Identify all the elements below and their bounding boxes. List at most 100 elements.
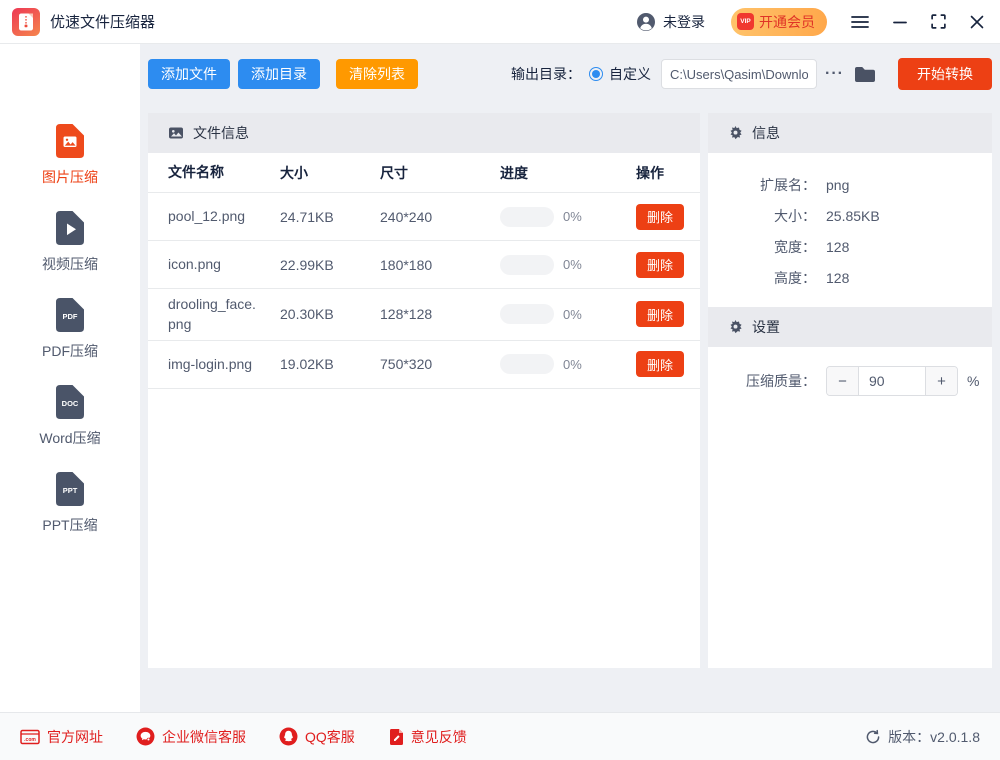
col-size: 大小 [260, 163, 360, 183]
content-area: 添加文件 添加目录 清除列表 输出目录： 自定义 ··· 开始转换 [140, 44, 1000, 712]
file-size: 24.71KB [260, 209, 360, 225]
clear-list-button[interactable]: 清除列表 [336, 59, 418, 89]
login-button[interactable]: 未登录 [636, 12, 705, 32]
progress-value: 0% [563, 209, 582, 224]
info-value: 128 [826, 270, 849, 286]
feedback-link[interactable]: 意见反馈 [388, 727, 467, 747]
file-info-title: 文件信息 [193, 123, 249, 143]
file-dims: 750*320 [360, 356, 480, 372]
info-label: 扩展名： [708, 175, 816, 195]
output-path-input[interactable] [661, 59, 817, 89]
official-website-link[interactable]: .com 官方网址 [20, 727, 103, 747]
file-name: pool_12.png [168, 201, 260, 231]
doc-file-icon: DOC [54, 384, 86, 420]
titlebar: 优速文件压缩器 未登录 VIP 开通会员 [0, 0, 1000, 44]
vip-button-label: 开通会员 [759, 12, 815, 32]
minimize-icon[interactable] [893, 15, 907, 29]
version-area: 版本：v2.0.1.8 [865, 727, 980, 747]
table-row: pool_12.png 24.71KB 240*240 0% 删除 [148, 193, 700, 241]
info-list: 扩展名： png 大小： 25.85KB 宽度： 128 高度： [708, 153, 992, 307]
info-title: 信息 [752, 123, 780, 143]
sidebar-item-pdf-compress[interactable]: PDF PDF压缩 [42, 297, 98, 361]
side-panel: 信息 扩展名： png 大小： 25.85KB 宽度： [708, 113, 992, 668]
output-dir-label: 输出目录： [511, 64, 581, 84]
sidebar-item-label: PPT压缩 [42, 515, 97, 535]
info-label: 高度： [708, 268, 816, 288]
main-area: 图片压缩 视频压缩 PDF PDF压缩 [0, 44, 1000, 712]
custom-radio[interactable] [589, 67, 603, 81]
file-dims: 180*180 [360, 257, 480, 273]
progress-bar [500, 207, 554, 227]
login-status: 未登录 [663, 12, 705, 32]
update-refresh-icon[interactable] [865, 729, 881, 745]
progress-bar [500, 304, 554, 324]
progress-value: 0% [563, 307, 582, 322]
file-name: drooling_face.png [168, 289, 260, 340]
feedback-icon [388, 728, 404, 746]
vip-icon: VIP [737, 13, 754, 30]
sidebar-item-ppt-compress[interactable]: PPT PPT压缩 [42, 471, 97, 535]
file-info-panel: 文件信息 文件名称 大小 尺寸 进度 操作 pool_12.png 24.71K… [148, 113, 700, 668]
footer-link-label: 官方网址 [47, 727, 103, 747]
delete-button[interactable]: 删除 [636, 351, 684, 377]
percent-label: % [967, 373, 979, 389]
maximize-icon[interactable] [931, 14, 946, 29]
info-value: png [826, 177, 849, 193]
start-convert-button[interactable]: 开始转换 [898, 58, 992, 90]
quality-decrease-button[interactable]: − [827, 367, 859, 395]
delete-button[interactable]: 删除 [636, 301, 684, 327]
footer-link-label: QQ客服 [305, 727, 355, 747]
open-vip-button[interactable]: VIP 开通会员 [731, 8, 827, 36]
file-name: img-login.png [168, 349, 260, 379]
photo-icon [168, 125, 184, 141]
app-window: 优速文件压缩器 未登录 VIP 开通会员 [0, 0, 1000, 760]
sidebar-item-label: 图片压缩 [42, 167, 98, 187]
close-icon[interactable] [970, 15, 984, 29]
qq-service-icon [279, 727, 298, 746]
wechat-service-link[interactable]: 企业微信客服 [136, 727, 246, 747]
version-text: 版本：v2.0.1.8 [888, 727, 980, 747]
file-dims: 240*240 [360, 209, 480, 225]
footer: .com 官方网址 企业微信客服 QQ客服 [0, 712, 1000, 760]
settings-header: 设置 [708, 307, 992, 347]
table-row: icon.png 22.99KB 180*180 0% 删除 [148, 241, 700, 289]
video-file-icon [54, 210, 86, 246]
user-avatar-icon [636, 12, 656, 32]
svg-text:PPT: PPT [63, 486, 78, 495]
col-progress: 进度 [480, 163, 608, 183]
browse-ellipsis-button[interactable]: ··· [825, 65, 844, 83]
quality-stepper: − + [826, 366, 958, 396]
app-logo-icon [12, 8, 40, 36]
delete-button[interactable]: 删除 [636, 252, 684, 278]
sidebar-item-label: 视频压缩 [42, 254, 98, 274]
table-row: img-login.png 19.02KB 750*320 0% 删除 [148, 341, 700, 389]
sidebar-item-video-compress[interactable]: 视频压缩 [42, 210, 98, 274]
col-dims: 尺寸 [360, 163, 480, 183]
settings-title: 设置 [752, 317, 780, 337]
pdf-file-icon: PDF [54, 297, 86, 333]
folder-icon [854, 65, 876, 83]
footer-link-label: 意见反馈 [411, 727, 467, 747]
delete-button[interactable]: 删除 [636, 204, 684, 230]
add-directory-button[interactable]: 添加目录 [238, 59, 320, 89]
file-dims: 128*128 [360, 306, 480, 322]
titlebar-actions: 未登录 VIP 开通会员 [636, 8, 984, 36]
sidebar-item-label: Word压缩 [39, 428, 100, 448]
col-name: 文件名称 [168, 157, 260, 187]
open-folder-button[interactable] [854, 65, 876, 83]
svg-text:.com: .com [24, 737, 36, 743]
quality-increase-button[interactable]: + [925, 367, 957, 395]
menu-icon[interactable] [851, 15, 869, 29]
sidebar-item-word-compress[interactable]: DOC Word压缩 [39, 384, 100, 448]
file-size: 19.02KB [260, 356, 360, 372]
sidebar-item-image-compress[interactable]: 图片压缩 [42, 123, 98, 187]
add-file-button[interactable]: 添加文件 [148, 59, 230, 89]
quality-input[interactable] [859, 367, 925, 395]
qq-service-link[interactable]: QQ客服 [279, 727, 355, 747]
progress-value: 0% [563, 257, 582, 272]
info-header: 信息 [708, 113, 992, 153]
info-row: 高度： 128 [708, 262, 992, 293]
info-row: 大小： 25.85KB [708, 200, 992, 231]
quality-label: 压缩质量： [708, 371, 816, 391]
file-name: icon.png [168, 249, 260, 279]
